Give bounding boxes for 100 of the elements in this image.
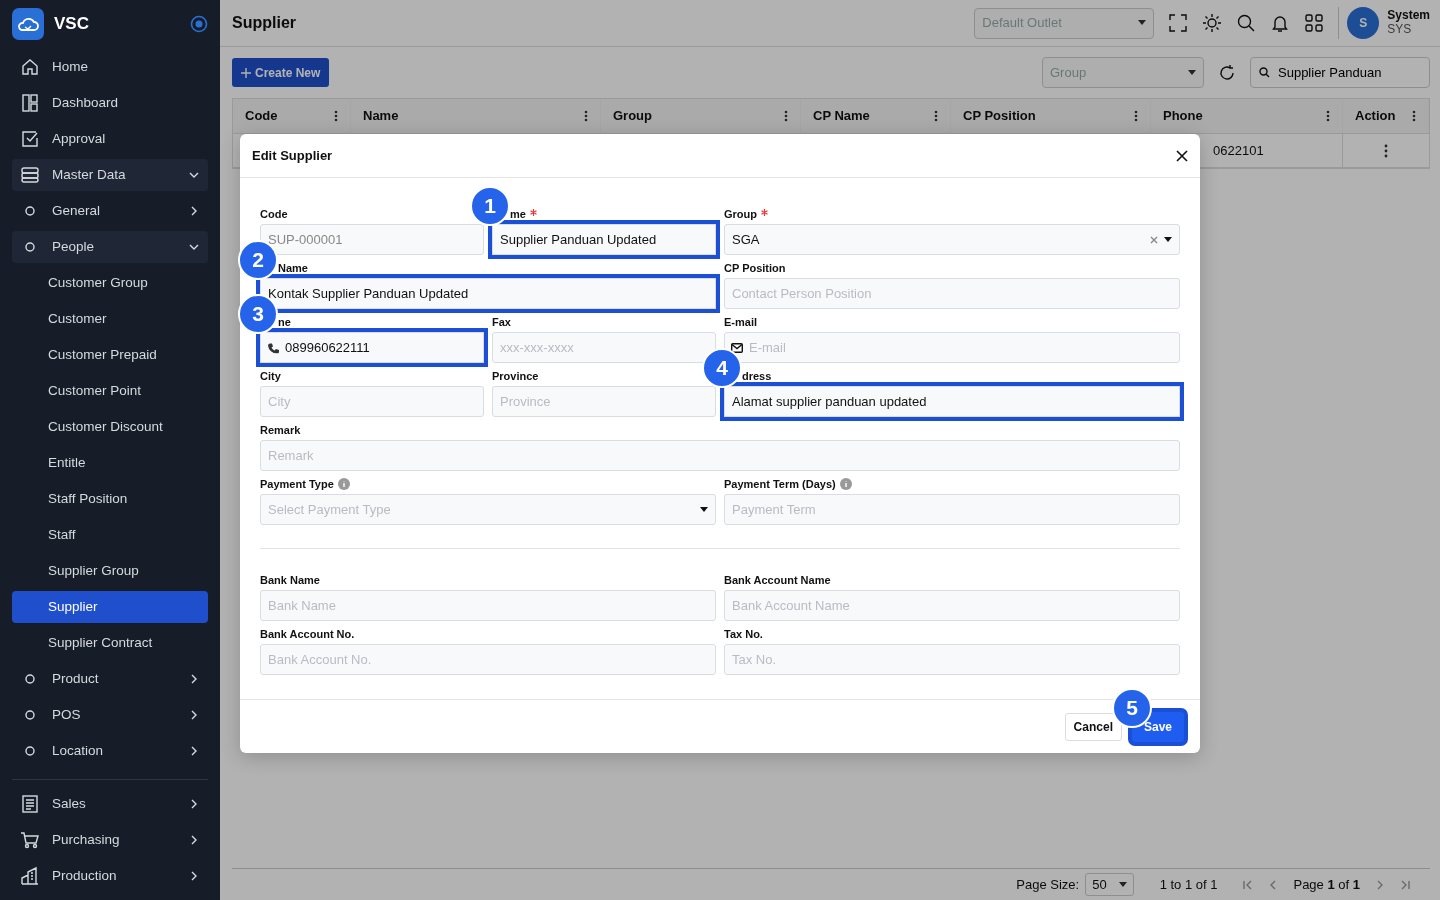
input-field[interactable]: Remark [260,440,1180,471]
field-label: ne [278,314,291,330]
input-field[interactable]: Province [492,386,716,417]
caret-icon[interactable] [700,506,708,513]
kebab-menu-icon[interactable] [334,110,338,122]
kebab-menu-icon[interactable] [784,110,788,122]
cart-icon [20,830,40,850]
user-name: System [1387,9,1430,23]
checkbox-icon [20,129,40,149]
sidebar-item[interactable]: Customer Prepaid [12,339,208,371]
kebab-menu-icon[interactable] [934,110,938,122]
sidebar-item[interactable]: Product [12,663,208,695]
sidebar-item[interactable]: Supplier Group [12,555,208,587]
next-page-icon[interactable] [1376,879,1384,890]
kebab-menu-icon[interactable] [1384,143,1388,158]
input-field[interactable]: Payment Term [724,494,1180,525]
fullscreen-icon[interactable] [1168,13,1189,33]
caret-icon[interactable] [1164,236,1172,243]
dialog-button[interactable]: Cancel [1064,712,1122,741]
sidebar-item[interactable]: Location [12,735,208,767]
search-icon [1259,67,1270,78]
create-new-button[interactable]: Create New [232,58,330,87]
input-field[interactable]: Alamat supplier panduan updated [724,386,1180,417]
kebab-menu-icon[interactable] [1134,110,1138,122]
field-label: dress [742,368,772,384]
input-field[interactable]: Contact Person Position [724,278,1180,309]
sidebar-item[interactable]: Purchasing [12,824,208,856]
field-label: Group [724,206,757,222]
user-avatar[interactable]: S [1347,7,1380,39]
sidebar-item[interactable]: Home [12,51,208,83]
page-size-select[interactable]: 50 [1085,872,1134,897]
sidebar-item[interactable]: POS [12,699,208,731]
circle-bullet-icon [25,674,35,684]
envelope-icon [731,342,743,353]
column-header[interactable]: CP Position [963,106,1036,126]
caret-icon [1118,881,1127,888]
phone-icon [268,342,279,353]
first-page-icon[interactable] [1243,879,1254,890]
brand-name: VSC [54,12,90,35]
info-icon[interactable] [839,478,852,490]
sun-icon[interactable] [1202,13,1223,33]
column-header[interactable]: Action [1355,106,1396,126]
sidebar-item[interactable]: General [12,195,208,227]
column-header[interactable]: Group [613,106,652,126]
sidebar-item[interactable]: Staff [12,519,208,551]
column-header[interactable]: CP Name [813,106,870,126]
close-icon[interactable] [1176,149,1188,162]
input-field[interactable]: Bank Account Name [724,590,1180,621]
user-code: SYS [1387,23,1413,37]
grid-icon[interactable] [1304,13,1325,33]
input-field[interactable]: City [260,386,484,417]
kebab-menu-icon[interactable] [584,110,588,122]
sidebar-item[interactable]: People [12,231,208,263]
last-page-icon[interactable] [1400,879,1410,890]
sidebar-item[interactable]: Dashboard [12,87,208,119]
sidebar-item[interactable]: Supplier [12,591,208,623]
field-label: CP Position [724,260,786,276]
sidebar-item[interactable]: Customer Group [12,267,208,299]
search-icon[interactable] [1236,13,1257,33]
sidebar-item[interactable]: Master Data [12,159,208,191]
field-label: Province [492,368,539,384]
circle-bullet-icon [25,242,35,252]
sidebar-item[interactable]: Sales [12,788,208,820]
input-field[interactable]: Supplier Panduan Updated [492,224,716,255]
sidebar-item[interactable]: Staff Position [12,483,208,515]
kebab-menu-icon[interactable] [1326,110,1330,122]
caret-icon [1138,20,1147,26]
select-field[interactable]: SGA [724,224,1180,255]
input-field[interactable]: Tax No. [724,644,1180,675]
sidebar-item[interactable]: Production [12,860,208,892]
search-field[interactable]: Supplier Panduan [1250,57,1430,88]
search-input[interactable]: Supplier Panduan [1276,61,1416,84]
buildings-icon [20,866,40,886]
refresh-icon[interactable] [1218,63,1236,82]
sidebar-item[interactable]: Supplier Contract [12,627,208,659]
circle-bullet-icon [25,746,35,756]
input-field[interactable]: Bank Name [260,590,716,621]
input-field[interactable]: Bank Account No. [260,644,716,675]
previous-page-icon[interactable] [1269,879,1278,890]
clear-icon[interactable] [1150,235,1158,244]
input-field[interactable]: xxx-xxx-xxxx [492,332,716,363]
info-icon[interactable] [337,478,350,490]
sidebar-item[interactable]: Customer Discount [12,411,208,443]
bell-icon[interactable] [1270,13,1291,33]
column-header[interactable]: Code [245,106,278,126]
sidebar-item[interactable]: Customer Point [12,375,208,407]
select-field[interactable]: Select Payment Type [260,494,716,525]
step-number-badge: 1 [470,186,510,226]
field-label: Payment Term (Days) [724,476,836,492]
sidebar-item[interactable]: Customer [12,303,208,335]
column-header[interactable]: Phone [1163,106,1203,126]
input-field[interactable]: 089960622111 [260,332,484,363]
kebab-menu-icon[interactable] [1412,110,1416,122]
sidebar-item[interactable]: Approval [12,123,208,155]
column-header[interactable]: Name [363,106,399,126]
radio-toggle-icon[interactable] [190,14,208,33]
dashboard-icon [20,93,40,113]
circle-bullet-icon [25,710,35,720]
sidebar-item[interactable]: Entitle [12,447,208,479]
plus-icon [241,67,251,78]
